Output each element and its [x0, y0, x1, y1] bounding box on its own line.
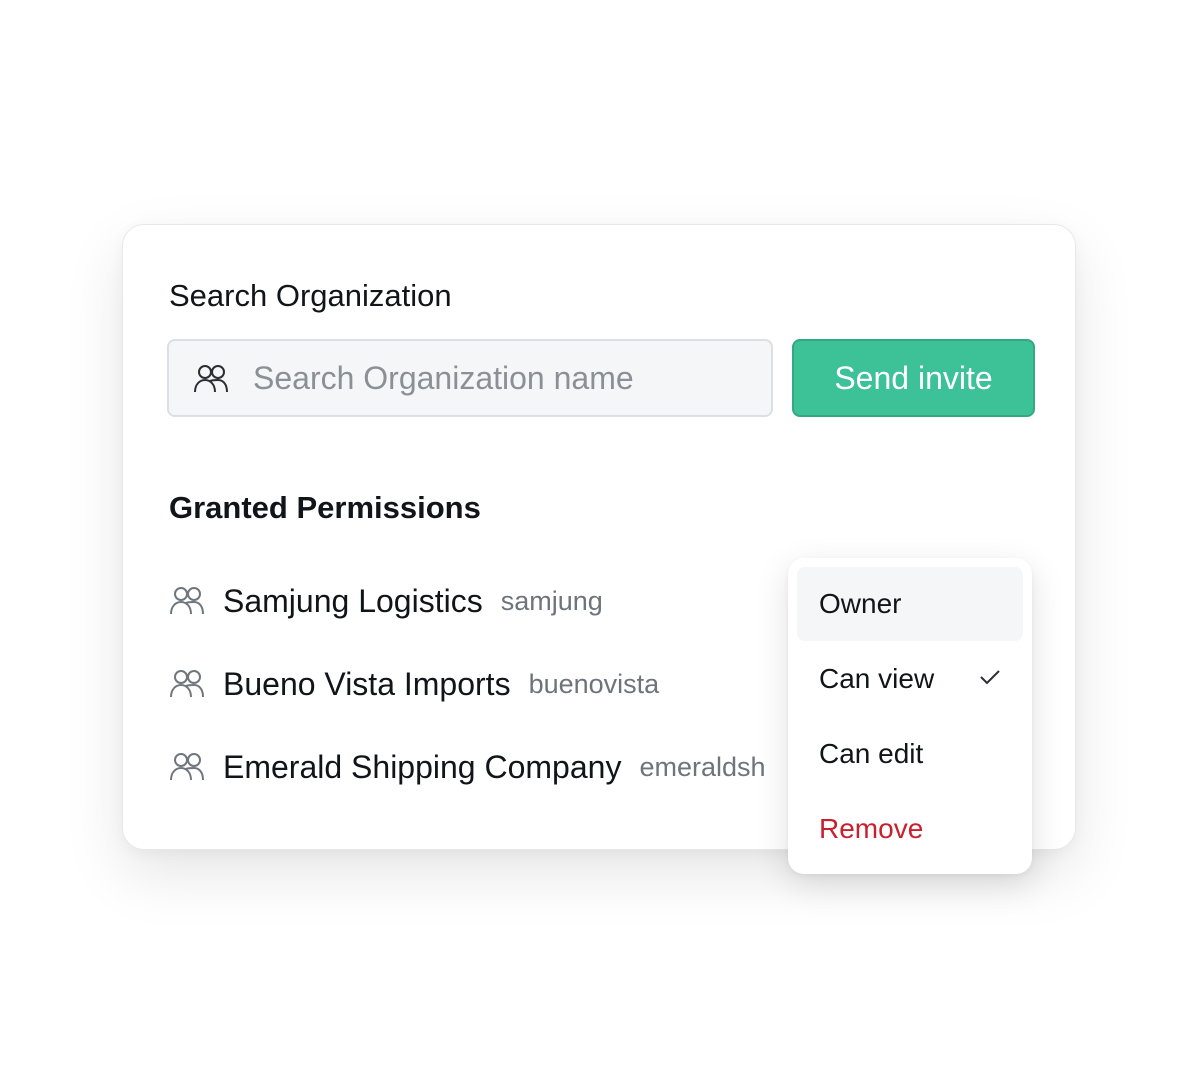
permission-row[interactable]: Bueno Vista Imports buenovista — [169, 662, 659, 706]
users-icon — [170, 587, 204, 615]
search-organization-title: Search Organization — [169, 278, 452, 313]
menu-item-remove[interactable]: Remove — [797, 792, 1023, 866]
organization-handle: buenovista — [528, 668, 660, 699]
organization-name: Bueno Vista Imports — [223, 665, 511, 702]
organization-handle: samjung — [500, 585, 603, 616]
menu-item-owner[interactable]: Owner — [797, 567, 1023, 641]
permission-row[interactable]: Emerald Shipping Company emeraldsh — [169, 745, 766, 789]
organization-name: Emerald Shipping Company — [223, 748, 622, 785]
menu-item-label: Can view — [819, 663, 935, 694]
menu-item-can-view[interactable]: Can view — [797, 642, 1023, 716]
users-icon — [194, 365, 228, 393]
menu-item-can-edit[interactable]: Can edit — [797, 717, 1023, 791]
checkmark-icon — [980, 670, 1000, 685]
organization-handle: emeraldsh — [639, 751, 766, 782]
role-dropdown-menu: Owner Can view Can edit Remove — [788, 558, 1032, 874]
send-invite-button[interactable]: Send invite — [792, 339, 1035, 417]
granted-permissions-title: Granted Permissions — [169, 490, 481, 525]
permission-row[interactable]: Samjung Logistics samjung — [169, 579, 603, 623]
organization-name: Samjung Logistics — [223, 582, 483, 619]
search-organization-field[interactable] — [167, 339, 773, 417]
users-icon — [170, 670, 204, 698]
search-input[interactable] — [253, 341, 753, 415]
users-icon — [170, 753, 204, 781]
